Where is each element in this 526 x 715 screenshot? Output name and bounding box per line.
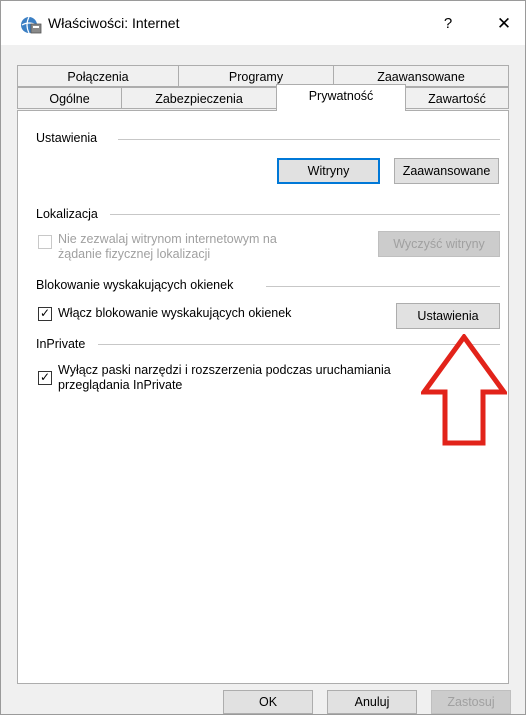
ok-button[interactable]: OK (223, 690, 313, 714)
help-button[interactable]: ? (433, 11, 463, 37)
cancel-button[interactable]: Anuluj (327, 690, 417, 714)
tab-security[interactable]: Zabezpieczenia (121, 87, 277, 109)
popup-blocker-group-label: Blokowanie wyskakujących okienek (36, 278, 234, 292)
tab-privacy[interactable]: Prywatność (276, 84, 406, 111)
clear-sites-button[interactable]: Wyczyść witryny (378, 231, 500, 257)
enable-popup-blocker-label: Włącz blokowanie wyskakujących okienek (58, 306, 292, 320)
location-divider (110, 214, 500, 215)
popup-blocker-divider (266, 286, 500, 287)
tab-connections[interactable]: Połączenia (17, 65, 179, 87)
disable-toolbars-inprivate-checkbox[interactable]: ✓ (38, 370, 52, 385)
red-arrow-annotation-icon (421, 334, 507, 446)
inprivate-group-label: InPrivate (36, 337, 86, 351)
settings-group-label: Ustawienia (36, 131, 98, 145)
internet-properties-dialog: Właściwości: Internet ? ✕ Połączenia Pro… (0, 0, 526, 715)
enable-popup-blocker-checkbox[interactable]: ✓ (38, 306, 52, 321)
checkmark-icon: ✓ (40, 370, 51, 384)
block-location-label-line1: Nie zezwalaj witrynom internetowym na (58, 232, 277, 246)
block-location-label-line2: żądanie fizycznej lokalizacji (58, 247, 211, 261)
title-bar: Właściwości: Internet ? ✕ (1, 1, 525, 45)
internet-options-icon (21, 16, 42, 34)
close-button[interactable]: ✕ (486, 11, 522, 37)
settings-divider (118, 139, 500, 140)
disable-toolbars-label-line1: Wyłącz paski narzędzi i rozszerzenia pod… (58, 363, 391, 377)
location-group-label: Lokalizacja (36, 207, 98, 221)
sites-button[interactable]: Witryny (277, 158, 380, 184)
disable-toolbars-label-line2: przeglądania InPrivate (58, 378, 183, 392)
window-title: Właściwości: Internet (48, 15, 180, 31)
popup-blocker-settings-button[interactable]: Ustawienia (396, 303, 500, 329)
advanced-settings-button[interactable]: Zaawansowane (394, 158, 499, 184)
tab-content[interactable]: Zawartość (405, 87, 509, 109)
block-location-checkbox[interactable] (38, 235, 52, 249)
tab-general[interactable]: Ogólne (17, 87, 122, 109)
apply-button[interactable]: Zastosuj (431, 690, 511, 714)
checkmark-icon: ✓ (40, 306, 51, 320)
